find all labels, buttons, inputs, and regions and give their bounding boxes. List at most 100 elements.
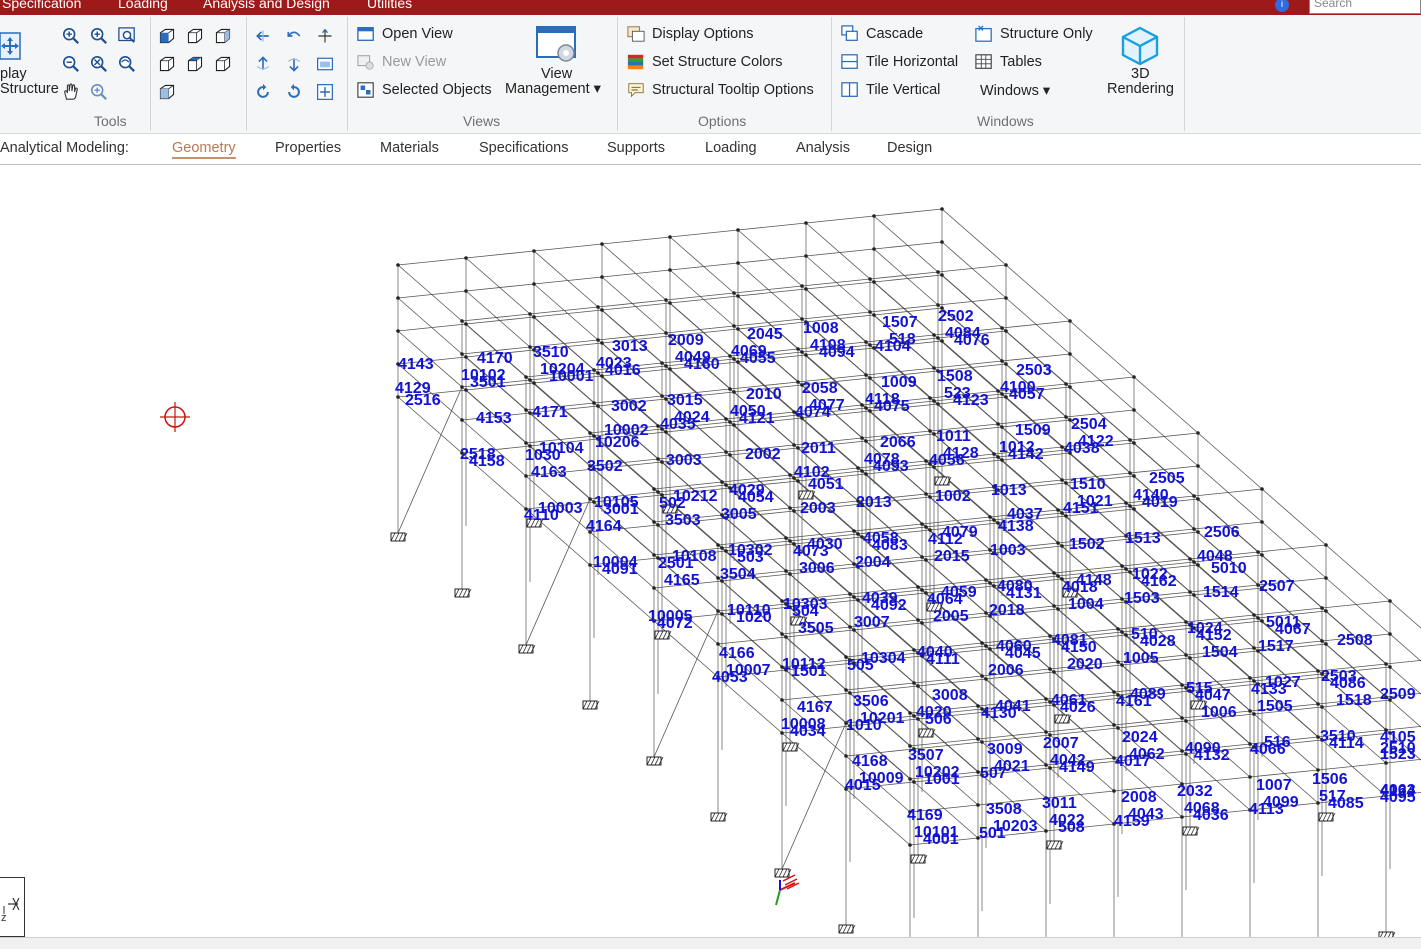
node[interactable] [1116,627,1120,631]
node[interactable] [800,350,804,354]
member[interactable] [1005,264,1071,322]
member[interactable] [1133,409,1199,467]
member[interactable] [533,243,603,252]
node[interactable] [460,418,464,422]
node[interactable] [856,466,860,470]
node[interactable] [1180,716,1184,720]
member[interactable] [873,248,939,306]
node[interactable] [524,408,528,412]
node[interactable] [596,338,600,342]
3d-rendering-button[interactable]: 3D Rendering [1103,23,1179,103]
node[interactable] [668,301,672,305]
node[interactable] [736,261,740,265]
member[interactable] [737,222,807,231]
node[interactable] [1188,557,1192,561]
node[interactable] [984,611,988,615]
member[interactable] [1389,600,1421,657]
node[interactable] [1128,504,1132,508]
node[interactable] [924,492,928,496]
member[interactable] [801,278,871,287]
node[interactable] [732,390,736,394]
node[interactable] [908,777,912,781]
member[interactable] [941,208,1007,266]
rotate-up-icon[interactable] [254,55,272,73]
node[interactable] [1044,829,1048,833]
node[interactable] [1120,564,1124,568]
node[interactable] [1052,670,1056,674]
node[interactable] [804,287,808,291]
node[interactable] [920,621,924,625]
member[interactable] [1321,600,1391,609]
node[interactable] [1044,763,1048,767]
node[interactable] [668,268,672,272]
node[interactable] [532,282,536,286]
node[interactable] [912,681,916,685]
node[interactable] [1192,494,1196,498]
node[interactable] [1000,359,1004,363]
search-input[interactable]: Search [1309,0,1421,14]
node[interactable] [788,473,792,477]
node[interactable] [932,366,936,370]
member[interactable] [397,257,467,266]
node[interactable] [932,333,936,337]
member[interactable] [597,299,667,308]
member[interactable] [873,208,943,217]
node[interactable] [992,584,996,588]
node[interactable] [1252,613,1256,617]
node[interactable] [788,539,792,543]
node[interactable] [1052,604,1056,608]
info-icon[interactable]: i [1275,0,1289,12]
node[interactable] [1056,574,1060,578]
node[interactable] [1196,431,1200,435]
node[interactable] [936,303,940,307]
member[interactable] [533,250,599,308]
node[interactable] [1260,619,1264,623]
node[interactable] [1252,712,1256,716]
node[interactable] [976,803,980,807]
member[interactable] [397,297,463,355]
node[interactable] [652,520,656,524]
node[interactable] [732,291,736,295]
node[interactable] [988,515,992,519]
node[interactable] [1060,478,1064,482]
node[interactable] [924,558,928,562]
node[interactable] [988,647,992,651]
node[interactable] [848,592,852,596]
node[interactable] [1188,656,1192,660]
tab-design[interactable]: Design [887,140,932,156]
member[interactable] [805,255,871,313]
node[interactable] [1000,458,1004,462]
member[interactable] [601,276,667,334]
node[interactable] [872,214,876,218]
node[interactable] [1124,567,1128,571]
node[interactable] [788,572,792,576]
member[interactable] [1121,558,1191,567]
node[interactable] [864,340,868,344]
node[interactable] [780,632,784,636]
view-management-button[interactable]: View Management ▾ [503,23,609,103]
member[interactable] [1113,717,1183,726]
zoom-extents-icon[interactable] [118,27,136,45]
node[interactable] [852,529,856,533]
node[interactable] [1132,474,1136,478]
node[interactable] [732,324,736,328]
node[interactable] [736,228,740,232]
node[interactable] [588,497,592,501]
node[interactable] [1260,487,1264,491]
node[interactable] [1248,676,1252,680]
node[interactable] [1316,702,1320,706]
member[interactable] [977,731,1047,740]
node[interactable] [1004,329,1008,333]
node[interactable] [600,275,604,279]
node[interactable] [868,277,872,281]
menu-item-loading[interactable]: Loading [118,0,168,11]
node[interactable] [1248,709,1252,713]
node[interactable] [600,374,604,378]
node[interactable] [928,429,932,433]
set-structure-colors-button[interactable]: Set Structure Colors [652,54,783,70]
member[interactable] [601,243,667,301]
member[interactable] [665,292,735,301]
node[interactable] [724,483,728,487]
node[interactable] [1256,550,1260,554]
node[interactable] [728,387,732,391]
